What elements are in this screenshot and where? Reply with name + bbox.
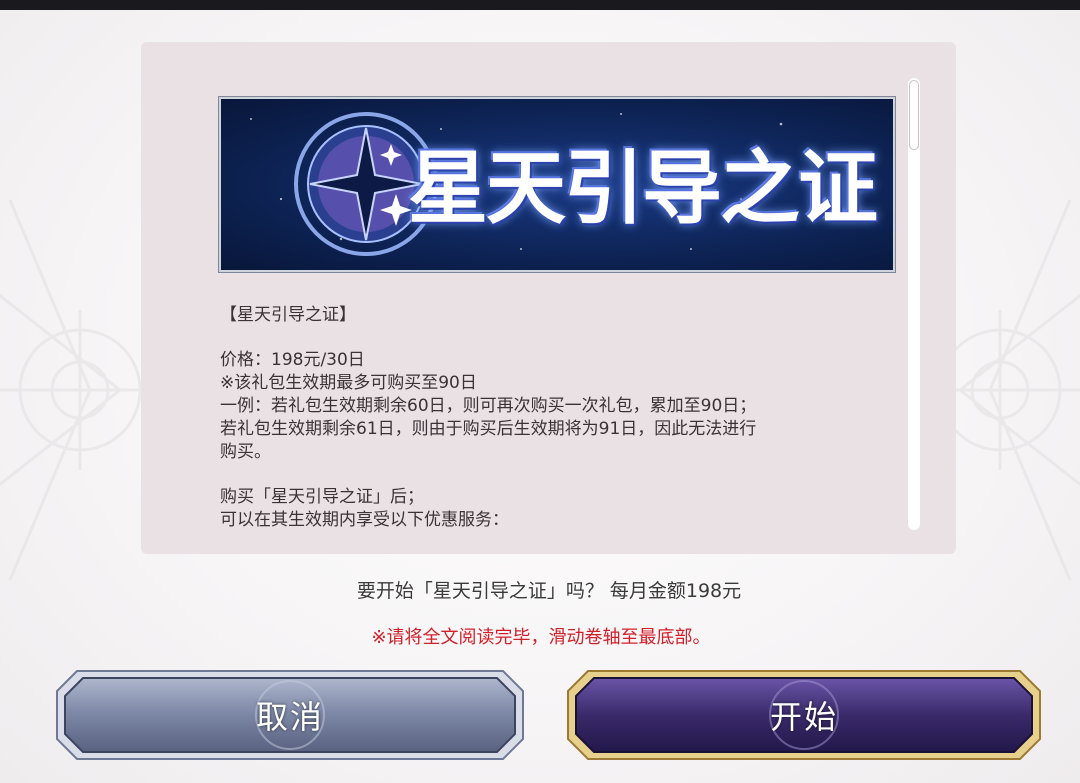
start-button[interactable]: 开始 xyxy=(566,669,1042,761)
top-status-bar xyxy=(0,0,1080,10)
description-line: 若礼包生效期剩余61日，则由于购买后生效期将为91日，因此无法进行 xyxy=(220,419,757,439)
description-line: 购买。 xyxy=(220,442,271,462)
scroll-warning: ※请将全文阅读完毕，滑动卷轴至最底部。 xyxy=(371,627,711,648)
banner-title: 星天引导之证 xyxy=(408,141,878,235)
confirm-prompt: 要开始「星天引导之证」吗？ 每月金额198元 xyxy=(356,580,742,602)
description-line: 价格：198元/30日 xyxy=(220,350,365,370)
description-line: 可以在其生效期内享受以下优惠服务： xyxy=(220,510,509,530)
scrollbar-thumb[interactable] xyxy=(909,80,919,150)
start-button-label: 开始 xyxy=(769,698,838,736)
description-heading: 【星天引导之证】 xyxy=(220,305,356,325)
description-line: 购买「星天引导之证」后； xyxy=(220,487,424,507)
cancel-button[interactable]: 取消 xyxy=(55,669,525,761)
description-line: 一例：若礼包生效期剩余60日，则可再次购买一次礼包，累加至90日； xyxy=(220,396,757,416)
description-line: ※该礼包生效期最多可购买至90日 xyxy=(220,373,477,393)
cancel-button-label: 取消 xyxy=(255,698,324,736)
